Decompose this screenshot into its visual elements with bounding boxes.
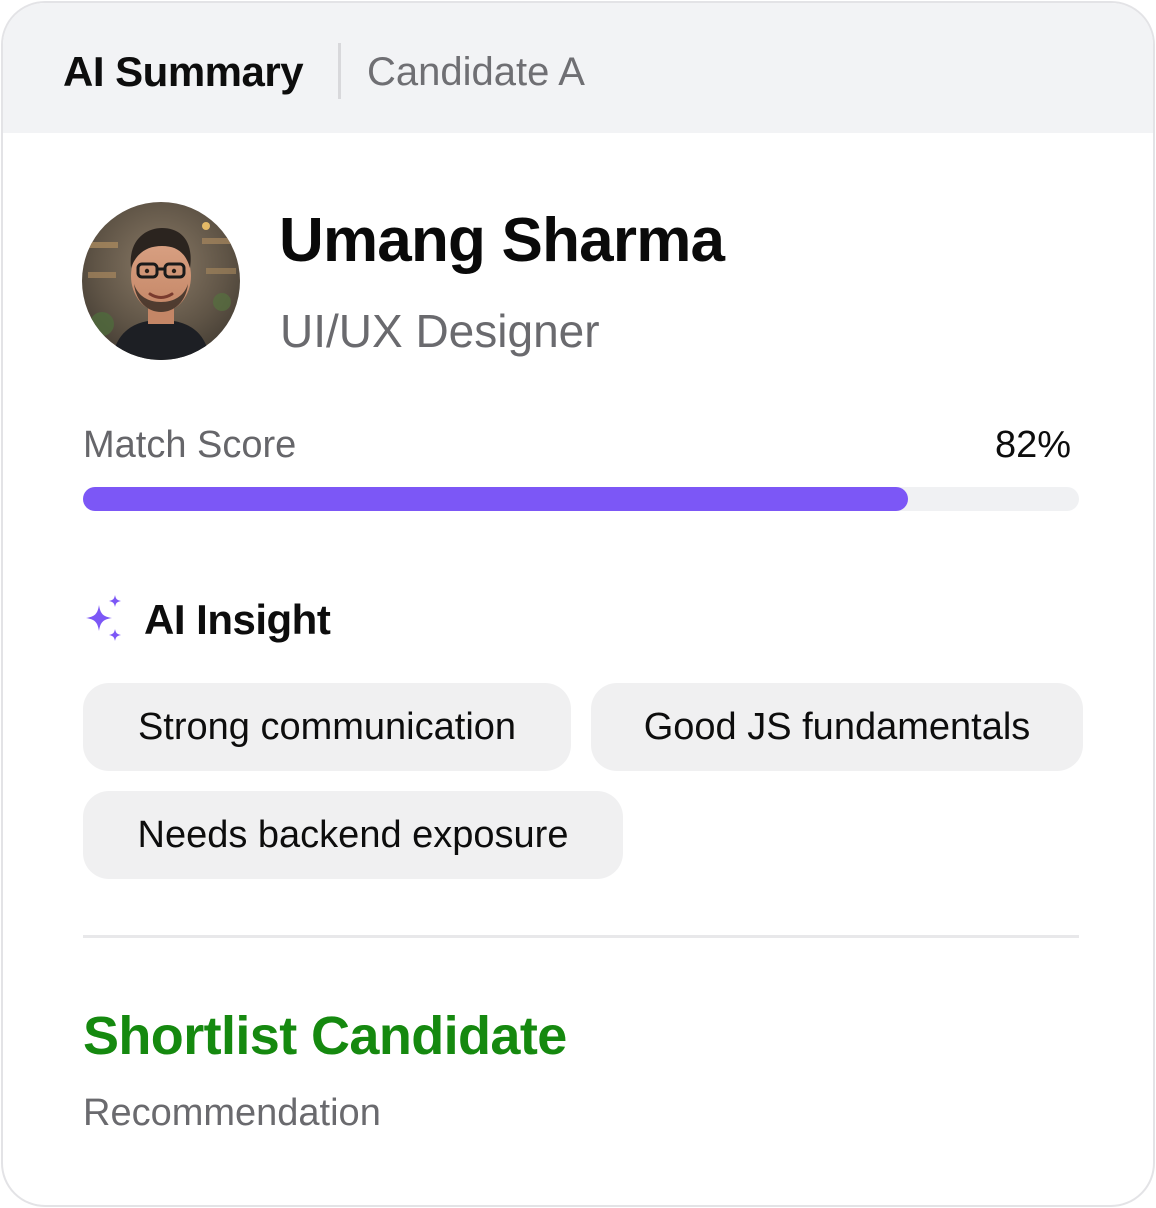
match-score-progress-fill [83,487,908,511]
candidate-role: UI/UX Designer [280,305,600,357]
insight-chip: Needs backend exposure [83,791,623,879]
ai-summary-card: AI Summary Candidate A Umang Sharma UI/U… [1,1,1155,1207]
match-score-progress-bar [83,487,1079,511]
match-score-value: 82% [994,424,1071,466]
sparkle-icon [86,595,121,641]
header-title: AI Summary [63,48,304,95]
candidate-name: Umang Sharma [279,206,725,275]
recommendation-label: Recommendation [83,1092,381,1134]
section-divider [83,935,1079,938]
card-header: AI Summary Candidate A [3,3,1153,133]
ai-insight-title: AI Insight [144,596,331,643]
match-score-label: Match Score [83,424,297,466]
header-candidate-label: Candidate A [367,50,585,94]
avatar [82,202,240,360]
avatar-photo-icon [82,202,240,360]
insight-chip: Strong communication [83,683,571,771]
header-divider [338,43,341,99]
insight-chip: Good JS fundamentals [591,683,1083,771]
recommendation-value: Shortlist Candidate [83,1006,567,1066]
